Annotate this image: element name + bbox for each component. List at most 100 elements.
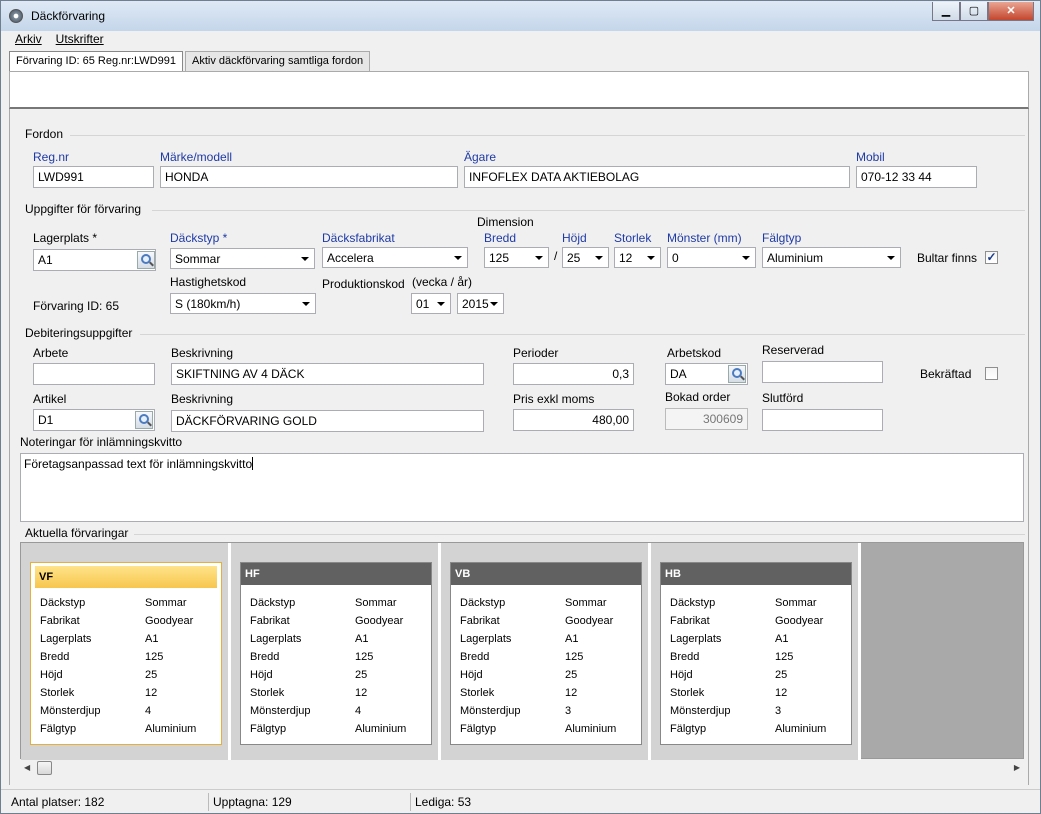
card-row-value: Sommar — [565, 597, 607, 609]
beskrivning1-label: Beskrivning — [171, 346, 234, 360]
maximize-button[interactable]: ▢ — [960, 2, 988, 21]
dackstyp-label: Däckstyp * — [170, 231, 228, 245]
mobil-field[interactable]: 070-12 33 44 — [856, 166, 977, 188]
menu-utskrifter[interactable]: Utskrifter — [56, 32, 104, 50]
toolbar-area — [9, 71, 1029, 109]
divider — [70, 135, 1025, 136]
group-forvaring-legend: Uppgifter för förvaring — [25, 202, 142, 216]
chevron-down-icon — [595, 256, 603, 260]
hastighet-select[interactable]: S (180km/h) — [170, 293, 316, 314]
chevron-down-icon — [647, 256, 655, 260]
horizontal-scrollbar[interactable]: ◀ ▶ — [20, 760, 1024, 777]
scrollbar-thumb[interactable] — [37, 761, 52, 775]
scroll-right-icon[interactable]: ▶ — [1014, 763, 1020, 772]
card-row-label: Lagerplats — [250, 633, 302, 645]
title-bar: Däckförvaring ▁ ▢ ✕ — [1, 1, 1040, 31]
card-row-value: 25 — [355, 669, 368, 681]
lagerplats-lookup-icon[interactable] — [137, 251, 155, 269]
regnr-field[interactable]: LWD991 — [33, 166, 154, 188]
hastighet-label: Hastighetskod — [170, 275, 247, 289]
pris-label: Pris exkl moms — [513, 392, 595, 406]
storlek-select[interactable]: 12 — [614, 247, 661, 268]
slutford-label: Slutförd — [762, 391, 804, 405]
vecka-select[interactable]: 01 — [411, 293, 451, 314]
tab-strip: Förvaring ID: 65 Reg.nr:LWD991 Aktiv däc… — [9, 51, 372, 72]
dacksfabrikat-label: Däcksfabrikat — [322, 231, 395, 245]
window-title: Däckförvaring — [31, 9, 106, 23]
artikel-label: Artikel — [33, 392, 67, 406]
mobil-label: Mobil — [856, 150, 885, 164]
dackstyp-select[interactable]: Sommar — [170, 248, 315, 269]
artikel-lookup-icon[interactable] — [135, 411, 153, 429]
bekraftad-checkbox[interactable] — [985, 367, 998, 380]
card-row-label: Storlek — [250, 687, 285, 699]
falgtyp-label: Fälgtyp — [762, 231, 802, 245]
menu-arkiv[interactable]: Arkiv — [15, 32, 42, 50]
app-window: Däckförvaring ▁ ▢ ✕ Arkiv Utskrifter För… — [0, 0, 1041, 814]
bokad-field: 300609 — [665, 408, 748, 430]
monster-select[interactable]: 0 — [667, 247, 756, 268]
card-row-value: Goodyear — [355, 615, 404, 627]
card-column: VB Däckstyp Sommar Fabrikat Goodyear Lager… — [441, 543, 651, 760]
hojd-select[interactable]: 25 — [562, 247, 609, 268]
chevron-down-icon — [535, 256, 543, 260]
tab-forvaring[interactable]: Förvaring ID: 65 Reg.nr:LWD991 — [9, 51, 183, 72]
dackstyp-value: Sommar — [175, 252, 221, 266]
card-title: HF — [241, 563, 431, 585]
dacksfabrikat-value: Accelera — [327, 251, 374, 265]
card-row-value: 25 — [775, 669, 788, 681]
perioder-label: Perioder — [513, 346, 559, 360]
card-row-value: 125 — [565, 651, 584, 663]
card-row-label: Höjd — [460, 669, 483, 681]
card-row-label: Däckstyp — [460, 597, 506, 609]
reserverad-field[interactable] — [762, 361, 883, 383]
bredd-select[interactable]: 125 — [484, 247, 549, 268]
ar-value: 2015 — [462, 297, 489, 311]
hojd-value: 25 — [567, 251, 581, 265]
group-aktuella-legend: Aktuella förvaringar — [25, 526, 129, 540]
scroll-left-icon[interactable]: ◀ — [24, 763, 30, 772]
chevron-down-icon — [490, 302, 498, 306]
card-row-value: 12 — [565, 687, 578, 699]
arbetskod-lookup-icon[interactable] — [728, 365, 746, 383]
produktion-label: Produktionskod — [322, 277, 405, 291]
slutford-field[interactable] — [762, 409, 883, 431]
card-row-value: A1 — [565, 633, 579, 645]
card-row-value: Aluminium — [355, 723, 407, 735]
card-column: HF Däckstyp Sommar Fabrikat Goodyear Lager… — [231, 543, 441, 760]
card-row-value: 4 — [355, 705, 362, 717]
perioder-field[interactable]: 0,3 — [513, 363, 634, 385]
card-row-label: Lagerplats — [40, 633, 92, 645]
tab-aktiv-dackforvaring[interactable]: Aktiv däckförvaring samtliga fordon — [184, 51, 371, 71]
ar-select[interactable]: 2015 — [457, 293, 504, 314]
bultar-label: Bultar finns — [917, 251, 978, 265]
beskrivning2-field[interactable]: DÄCKFÖRVARING GOLD — [171, 410, 484, 432]
card-row-label: Fabrikat — [460, 615, 500, 627]
card-row-value: Aluminium — [565, 723, 617, 735]
card-row-value: 125 — [145, 651, 164, 663]
card-title: VF — [35, 566, 217, 588]
pris-field[interactable]: 480,00 — [513, 409, 634, 431]
dacksfabrikat-select[interactable]: Accelera — [322, 247, 468, 268]
card-row-value: Sommar — [355, 597, 397, 609]
card-row-value: Aluminium — [145, 723, 197, 735]
falgtyp-select[interactable]: Aluminium — [762, 247, 901, 268]
minimize-button[interactable]: ▁ — [932, 2, 960, 21]
noteringar-textarea[interactable]: Företagsanpassad text för inlämningskvit… — [20, 453, 1024, 522]
card-row-value: A1 — [145, 633, 159, 645]
card-row-label: Storlek — [670, 687, 705, 699]
marke-field[interactable]: HONDA — [160, 166, 458, 188]
dimension-label: Dimension — [477, 215, 534, 229]
storage-card-vf[interactable]: VF Däckstyp Sommar Fabrikat Goodyear Lager… — [30, 562, 222, 745]
bultar-checkbox[interactable]: ✓ — [985, 251, 998, 264]
close-button[interactable]: ✕ — [988, 2, 1034, 21]
storage-card-vb[interactable]: VB Däckstyp Sommar Fabrikat Goodyear Lager… — [450, 562, 642, 745]
storage-card-hb[interactable]: HB Däckstyp Sommar Fabrikat Goodyear Lager… — [660, 562, 852, 745]
beskrivning1-field[interactable]: SKIFTNING AV 4 DÄCK — [171, 363, 484, 385]
card-row-value: 125 — [775, 651, 794, 663]
group-debitering-legend: Debiteringsuppgifter — [25, 326, 133, 340]
storage-card-hf[interactable]: HF Däckstyp Sommar Fabrikat Goodyear Lager… — [240, 562, 432, 745]
agare-field[interactable]: INFOFLEX DATA AKTIEBOLAG — [464, 166, 850, 188]
card-column: VF Däckstyp Sommar Fabrikat Goodyear Lager… — [21, 543, 231, 760]
arbete-field[interactable] — [33, 363, 155, 385]
